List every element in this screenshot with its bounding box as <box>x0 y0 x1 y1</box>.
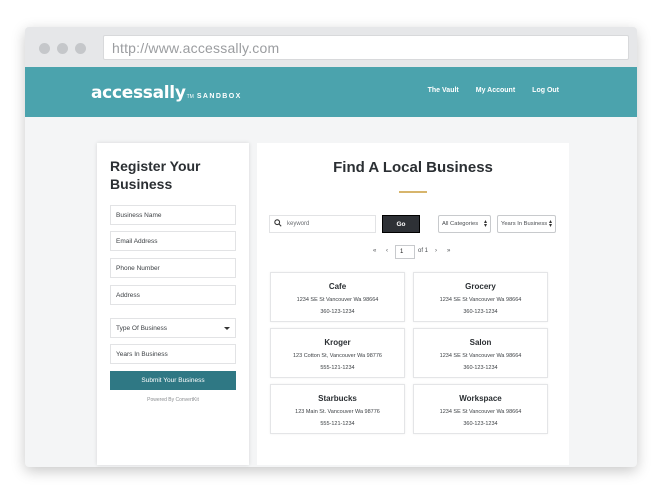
business-phone: 555-121-1234 <box>320 365 355 371</box>
go-button[interactable]: Go <box>382 215 420 233</box>
page-input[interactable]: 1 <box>395 245 415 259</box>
pager-last[interactable]: » <box>447 248 450 254</box>
business-card-kroger[interactable]: Kroger 123 Cotton St, Vancouver Wa 98776… <box>270 328 405 378</box>
search-icon <box>274 219 282 227</box>
title-divider <box>399 191 427 193</box>
email-field[interactable]: Email Address <box>110 231 236 251</box>
logo[interactable]: accessally TM SANDBOX <box>91 83 242 103</box>
business-address: 1234 SE St Vancouver Wa 98664 <box>439 297 522 303</box>
address-field[interactable]: Address <box>110 285 236 305</box>
business-card-salon[interactable]: Salon 1234 SE St Vancouver Wa 98664 360-… <box>413 328 548 378</box>
window-dot-icon[interactable] <box>39 43 50 54</box>
select-arrows-icon: ▴ ▾ <box>548 219 552 229</box>
pager-first[interactable]: « <box>373 248 376 254</box>
window-dot-icon[interactable] <box>75 43 86 54</box>
categories-value: All Categories <box>442 221 479 227</box>
site-header: accessally TM SANDBOX The Vault My Accou… <box>25 67 637 117</box>
window-dot-icon[interactable] <box>57 43 68 54</box>
submit-business-button[interactable]: Submit Your Business <box>110 371 236 390</box>
register-title: Register Your Business <box>110 158 201 192</box>
business-address: 123 Cotton St, Vancouver Wa 98776 <box>293 353 382 359</box>
nav-the-vault[interactable]: The Vault <box>428 87 459 94</box>
pager-of-label: of 1 <box>418 248 429 254</box>
directory-title: Find A Local Business <box>333 159 493 176</box>
categories-select[interactable]: All Categories ▴ ▾ <box>438 215 491 233</box>
logo-wordmark: accessally <box>91 83 186 103</box>
nav-my-account[interactable]: My Account <box>476 87 515 94</box>
business-phone: 360-123-1234 <box>320 309 355 315</box>
business-name: Salon <box>469 338 492 347</box>
browser-chrome: http://www.accessally.com <box>25 27 637 67</box>
business-name: Kroger <box>324 338 351 347</box>
address-bar[interactable]: http://www.accessally.com <box>103 35 629 60</box>
years-in-business-field[interactable]: Years In Business <box>110 344 236 364</box>
years-value: Years In Business <box>501 221 548 227</box>
business-card-workspace[interactable]: Workspace 1234 SE St Vancouver Wa 98664 … <box>413 384 548 434</box>
business-phone: 555-121-1234 <box>320 421 355 427</box>
business-phone: 360-123-1234 <box>463 365 498 371</box>
logo-tm: TM <box>186 94 194 100</box>
business-name-field[interactable]: Business Name <box>110 205 236 225</box>
pager-next[interactable]: › <box>435 248 437 254</box>
phone-field[interactable]: Phone Number <box>110 258 236 278</box>
logo-subtitle: SANDBOX <box>196 93 242 100</box>
business-address: 1234 SE St Vancouver Wa 98664 <box>439 353 522 359</box>
business-address: 123 Main St. Vancouver Wa 98776 <box>295 409 380 415</box>
business-card-cafe[interactable]: Cafe 1234 SE St Vancouver Wa 98664 360-1… <box>270 272 405 322</box>
business-phone: 360-123-1234 <box>463 421 498 427</box>
select-arrows-icon: ▴ ▾ <box>483 219 487 229</box>
nav-log-out[interactable]: Log Out <box>532 87 559 94</box>
business-phone: 360-123-1234 <box>463 309 498 315</box>
business-card-starbucks[interactable]: Starbucks 123 Main St. Vancouver Wa 9877… <box>270 384 405 434</box>
business-type-value: Type Of Business <box>116 325 167 332</box>
business-address: 1234 SE St Vancouver Wa 98664 <box>439 409 522 415</box>
business-card-grocery[interactable]: Grocery 1234 SE St Vancouver Wa 98664 36… <box>413 272 548 322</box>
business-name: Workspace <box>459 394 502 403</box>
pager-prev[interactable]: ‹ <box>386 248 388 254</box>
caret-down-icon <box>224 327 230 330</box>
business-name: Cafe <box>328 282 347 291</box>
powered-by: Powered By ConvertKit <box>147 397 199 403</box>
main-nav: The Vault My Account Log Out <box>428 87 559 94</box>
business-address: 1234 SE St Vancouver Wa 98664 <box>296 297 379 303</box>
keyword-search-input[interactable]: keyword <box>269 215 376 233</box>
business-type-select[interactable]: Type Of Business <box>110 318 236 338</box>
keyword-placeholder: keyword <box>287 221 310 227</box>
register-card: Register Your Business Business Name Ema… <box>97 143 249 465</box>
business-name: Starbucks <box>318 394 357 403</box>
years-select[interactable]: Years In Business ▴ ▾ <box>497 215 556 233</box>
business-name: Grocery <box>465 282 496 291</box>
